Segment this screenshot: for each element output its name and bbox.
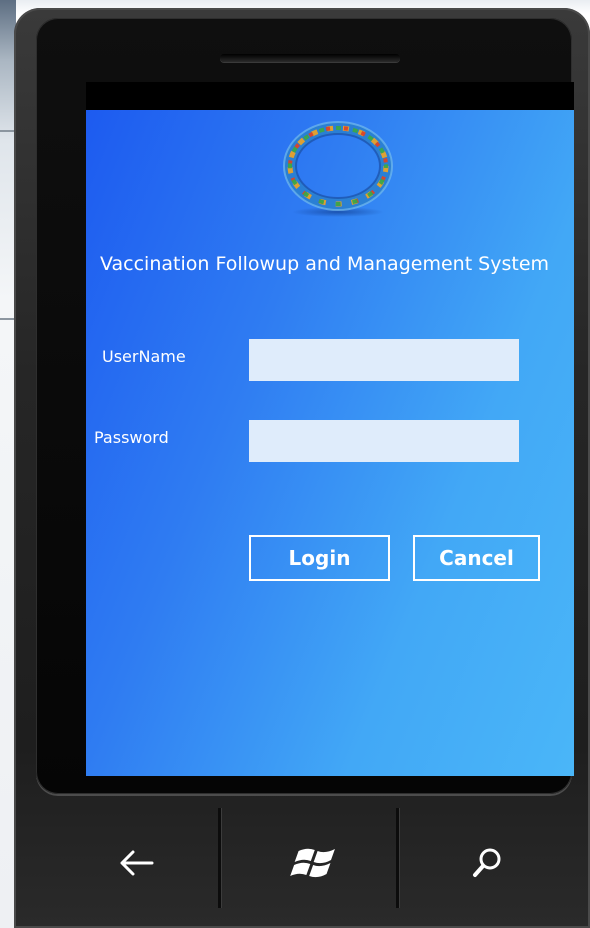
login-page: Vaccination Followup and Management Syst…: [86, 110, 574, 776]
earpiece-speaker: [220, 54, 400, 62]
app-title: Vaccination Followup and Management Syst…: [100, 253, 550, 275]
back-arrow-icon: [120, 850, 154, 876]
search-icon: [473, 848, 501, 877]
phone-screen: Vaccination Followup and Management Syst…: [86, 82, 574, 776]
phone-emulator: Vaccination Followup and Management Syst…: [14, 8, 590, 928]
username-label: UserName: [102, 347, 186, 366]
login-button[interactable]: Login: [249, 535, 390, 581]
phone-bezel: Vaccination Followup and Management Syst…: [36, 18, 574, 794]
password-label: Password: [94, 428, 169, 447]
status-bar: [86, 82, 574, 110]
start-button[interactable]: [228, 818, 398, 908]
back-button[interactable]: [52, 818, 222, 908]
username-input[interactable]: [249, 339, 519, 381]
cancel-button[interactable]: Cancel: [413, 535, 540, 581]
windows-logo-icon: [290, 848, 335, 878]
search-button[interactable]: [402, 818, 572, 908]
password-input[interactable]: [249, 420, 519, 462]
ring-logo-icon: [283, 121, 393, 217]
